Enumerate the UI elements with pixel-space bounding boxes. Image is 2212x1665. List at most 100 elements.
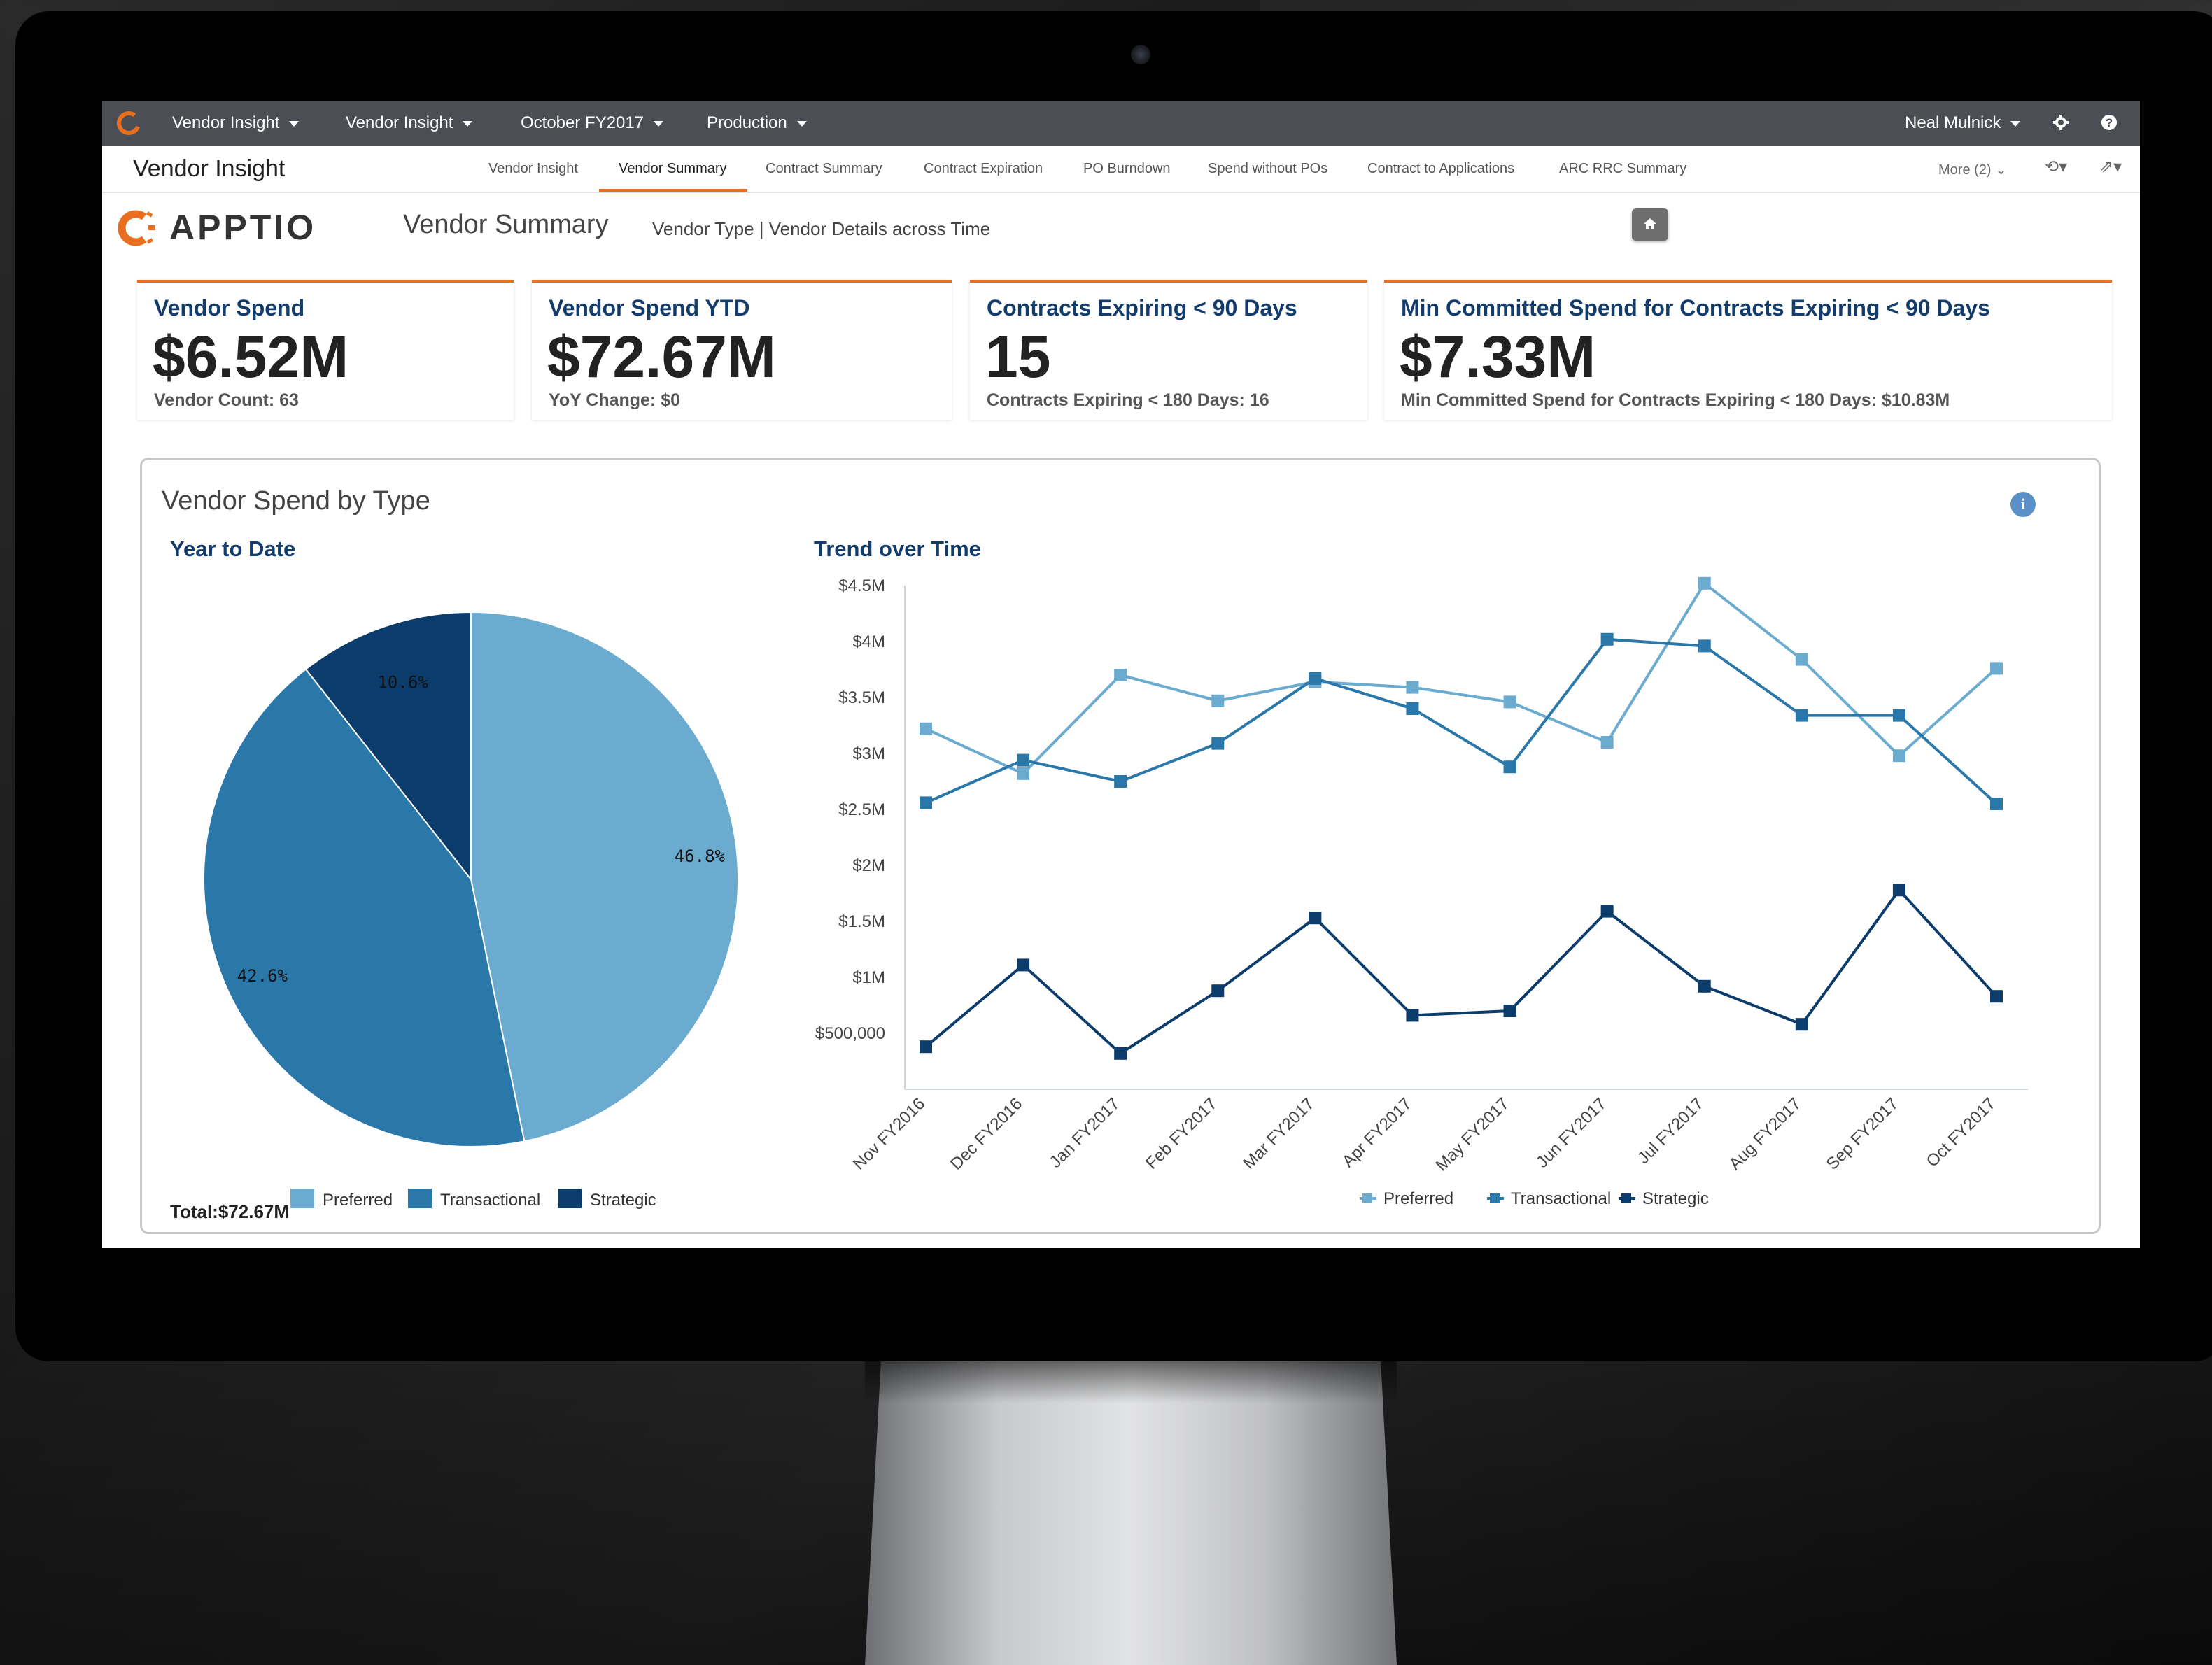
data-point-strategic[interactable] bbox=[1698, 979, 1711, 993]
kpi-value: $7.33M bbox=[1400, 324, 1596, 390]
page-title: Vendor Summary bbox=[403, 210, 609, 239]
y-tick-label: $4.5M bbox=[838, 576, 885, 595]
x-tick-label: Jul FY2017 bbox=[1634, 1094, 1707, 1168]
data-point-strategic[interactable] bbox=[1892, 884, 1905, 897]
data-point-transactional[interactable] bbox=[1114, 775, 1127, 788]
data-point-strategic[interactable] bbox=[1406, 1009, 1419, 1022]
pie-chart: 46.8% 42.6% 10.6% Preferred Transactional Str… bbox=[203, 611, 739, 1210]
chevron-down-icon bbox=[796, 120, 807, 127]
menu-environment-switcher[interactable]: Production bbox=[707, 113, 807, 133]
data-point-transactional[interactable] bbox=[1503, 760, 1516, 774]
kpi-card-contracts-expiring[interactable]: Contracts Expiring < 90 Days 15 Contract… bbox=[970, 280, 1367, 420]
y-tick-label: $1.5M bbox=[838, 912, 885, 931]
data-point-preferred[interactable] bbox=[1114, 669, 1127, 681]
data-point-transactional[interactable] bbox=[1406, 702, 1419, 715]
x-tick-label: Aug FY2017 bbox=[1726, 1094, 1805, 1173]
data-point-strategic[interactable] bbox=[920, 1040, 932, 1054]
x-tick-label: Apr FY2017 bbox=[1339, 1094, 1416, 1171]
y-tick-label: $2M bbox=[852, 856, 885, 875]
line-chart: $500,000 $1M $1.5M $2M $2.5M $3M $3.5M $4M $4.5M… bbox=[815, 576, 2028, 1208]
kpi-card-vendor-spend-ytd[interactable]: Vendor Spend YTD $72.67M YoY Change: $0 bbox=[532, 280, 952, 420]
data-point-transactional[interactable] bbox=[1698, 639, 1711, 653]
data-point-transactional[interactable] bbox=[920, 796, 932, 809]
kpi-value: 15 bbox=[985, 324, 1051, 390]
data-point-preferred[interactable] bbox=[1698, 576, 1711, 590]
legend-item-transactional[interactable]: Transactional bbox=[1487, 1189, 1611, 1208]
brand-name: APPTIO bbox=[169, 208, 317, 247]
more-tabs-dropdown[interactable]: More (2) ⌄ bbox=[1938, 161, 2007, 178]
menu-product-switcher[interactable]: Vendor Insight bbox=[172, 113, 300, 133]
data-point-strategic[interactable] bbox=[1211, 984, 1225, 998]
kpi-footer: Contracts Expiring < 180 Days: 16 bbox=[987, 390, 1269, 410]
menu-project-switcher[interactable]: Vendor Insight bbox=[346, 113, 473, 133]
series-line-transactional[interactable] bbox=[925, 637, 1998, 805]
legend-item-transactional[interactable]: Transactional bbox=[408, 1189, 540, 1210]
legend-item-preferred[interactable]: Preferred bbox=[1360, 1189, 1453, 1208]
series-line-preferred[interactable] bbox=[925, 581, 1998, 776]
data-point-strategic[interactable] bbox=[1017, 958, 1030, 972]
apptio-logo-icon bbox=[118, 210, 155, 246]
data-point-preferred[interactable] bbox=[1600, 736, 1614, 749]
tab-contract-summary[interactable]: Contract Summary bbox=[766, 161, 882, 177]
data-point-strategic[interactable] bbox=[1503, 1005, 1516, 1017]
active-tab-indicator bbox=[599, 189, 747, 192]
pie-slice-preferred[interactable] bbox=[470, 611, 739, 1142]
kpi-title: Vendor Spend YTD bbox=[549, 295, 750, 320]
data-point-preferred[interactable] bbox=[1990, 662, 2003, 675]
legend-label: Strategic bbox=[1642, 1189, 1709, 1208]
legend-item-strategic[interactable]: Strategic bbox=[558, 1189, 656, 1210]
help-icon[interactable]: ? bbox=[2101, 114, 2118, 131]
tab-contract-expiration[interactable]: Contract Expiration bbox=[924, 161, 1043, 177]
data-point-preferred[interactable] bbox=[1892, 749, 1905, 763]
legend-swatch bbox=[408, 1189, 432, 1208]
data-point-strategic[interactable] bbox=[1600, 905, 1614, 918]
data-point-transactional[interactable] bbox=[1309, 672, 1322, 685]
x-tick-label: Dec FY2016 bbox=[947, 1094, 1026, 1173]
x-tick-label: Nov FY2016 bbox=[850, 1094, 929, 1173]
data-point-strategic[interactable] bbox=[1795, 1018, 1808, 1031]
data-point-transactional[interactable] bbox=[1017, 753, 1030, 767]
home-button[interactable] bbox=[1632, 208, 1668, 241]
legend-marker bbox=[1490, 1193, 1500, 1203]
tab-po-burndown[interactable]: PO Burndown bbox=[1083, 161, 1171, 177]
history-icon[interactable]: ⟲▾ bbox=[2045, 157, 2067, 177]
gear-icon[interactable] bbox=[2052, 113, 2070, 132]
data-point-preferred[interactable] bbox=[920, 722, 932, 735]
data-point-strategic[interactable] bbox=[1309, 912, 1322, 925]
y-tick-label: $3M bbox=[852, 744, 885, 763]
data-point-preferred[interactable] bbox=[1406, 681, 1419, 694]
data-point-preferred[interactable] bbox=[1795, 653, 1808, 666]
series-line-strategic[interactable] bbox=[924, 888, 1998, 1056]
share-icon[interactable]: ⇗▾ bbox=[2099, 157, 2122, 177]
kpi-card-min-committed-spend[interactable]: Min Committed Spend for Contracts Expiri… bbox=[1384, 280, 2112, 420]
legend-item-preferred[interactable]: Preferred bbox=[290, 1189, 393, 1210]
pie-total: Total:$72.67M bbox=[170, 1201, 290, 1222]
chevron-down-icon bbox=[654, 120, 664, 127]
data-point-strategic[interactable] bbox=[1114, 1047, 1127, 1060]
data-point-transactional[interactable] bbox=[1892, 709, 1905, 722]
top-bar: Vendor Insight Vendor Insight October FY… bbox=[102, 101, 2140, 146]
data-point-preferred[interactable] bbox=[1017, 767, 1030, 780]
tab-contract-to-applications[interactable]: Contract to Applications bbox=[1367, 161, 1514, 177]
pie-data-label: 42.6% bbox=[237, 966, 288, 986]
y-tick-label: $1M bbox=[852, 968, 885, 987]
tab-vendor-insight[interactable]: Vendor Insight bbox=[488, 161, 578, 177]
kpi-card-vendor-spend[interactable]: Vendor Spend $6.52M Vendor Count: 63 bbox=[137, 280, 514, 420]
apptio-logo-icon[interactable] bbox=[115, 109, 143, 137]
legend-item-strategic[interactable]: Strategic bbox=[1619, 1189, 1709, 1208]
kpi-footer: Vendor Count: 63 bbox=[154, 390, 299, 410]
user-menu[interactable]: Neal Mulnick bbox=[1905, 113, 2021, 133]
menu-period-switcher[interactable]: October FY2017 bbox=[521, 113, 664, 133]
data-point-strategic[interactable] bbox=[1990, 990, 2003, 1003]
data-point-transactional[interactable] bbox=[1211, 737, 1225, 750]
tab-vendor-summary[interactable]: Vendor Summary bbox=[619, 161, 727, 177]
data-point-preferred[interactable] bbox=[1211, 694, 1225, 707]
tab-spend-without-pos[interactable]: Spend without POs bbox=[1208, 161, 1327, 177]
data-point-preferred[interactable] bbox=[1503, 695, 1516, 709]
tab-arc-rrc-summary[interactable]: ARC RRC Summary bbox=[1559, 161, 1686, 177]
data-point-transactional[interactable] bbox=[1600, 632, 1614, 646]
data-point-transactional[interactable] bbox=[1990, 798, 2003, 810]
app-screen: Vendor Insight Vendor Insight October FY… bbox=[102, 101, 2140, 1248]
data-point-transactional[interactable] bbox=[1795, 709, 1808, 722]
x-tick-label: Mar FY2017 bbox=[1239, 1094, 1318, 1172]
